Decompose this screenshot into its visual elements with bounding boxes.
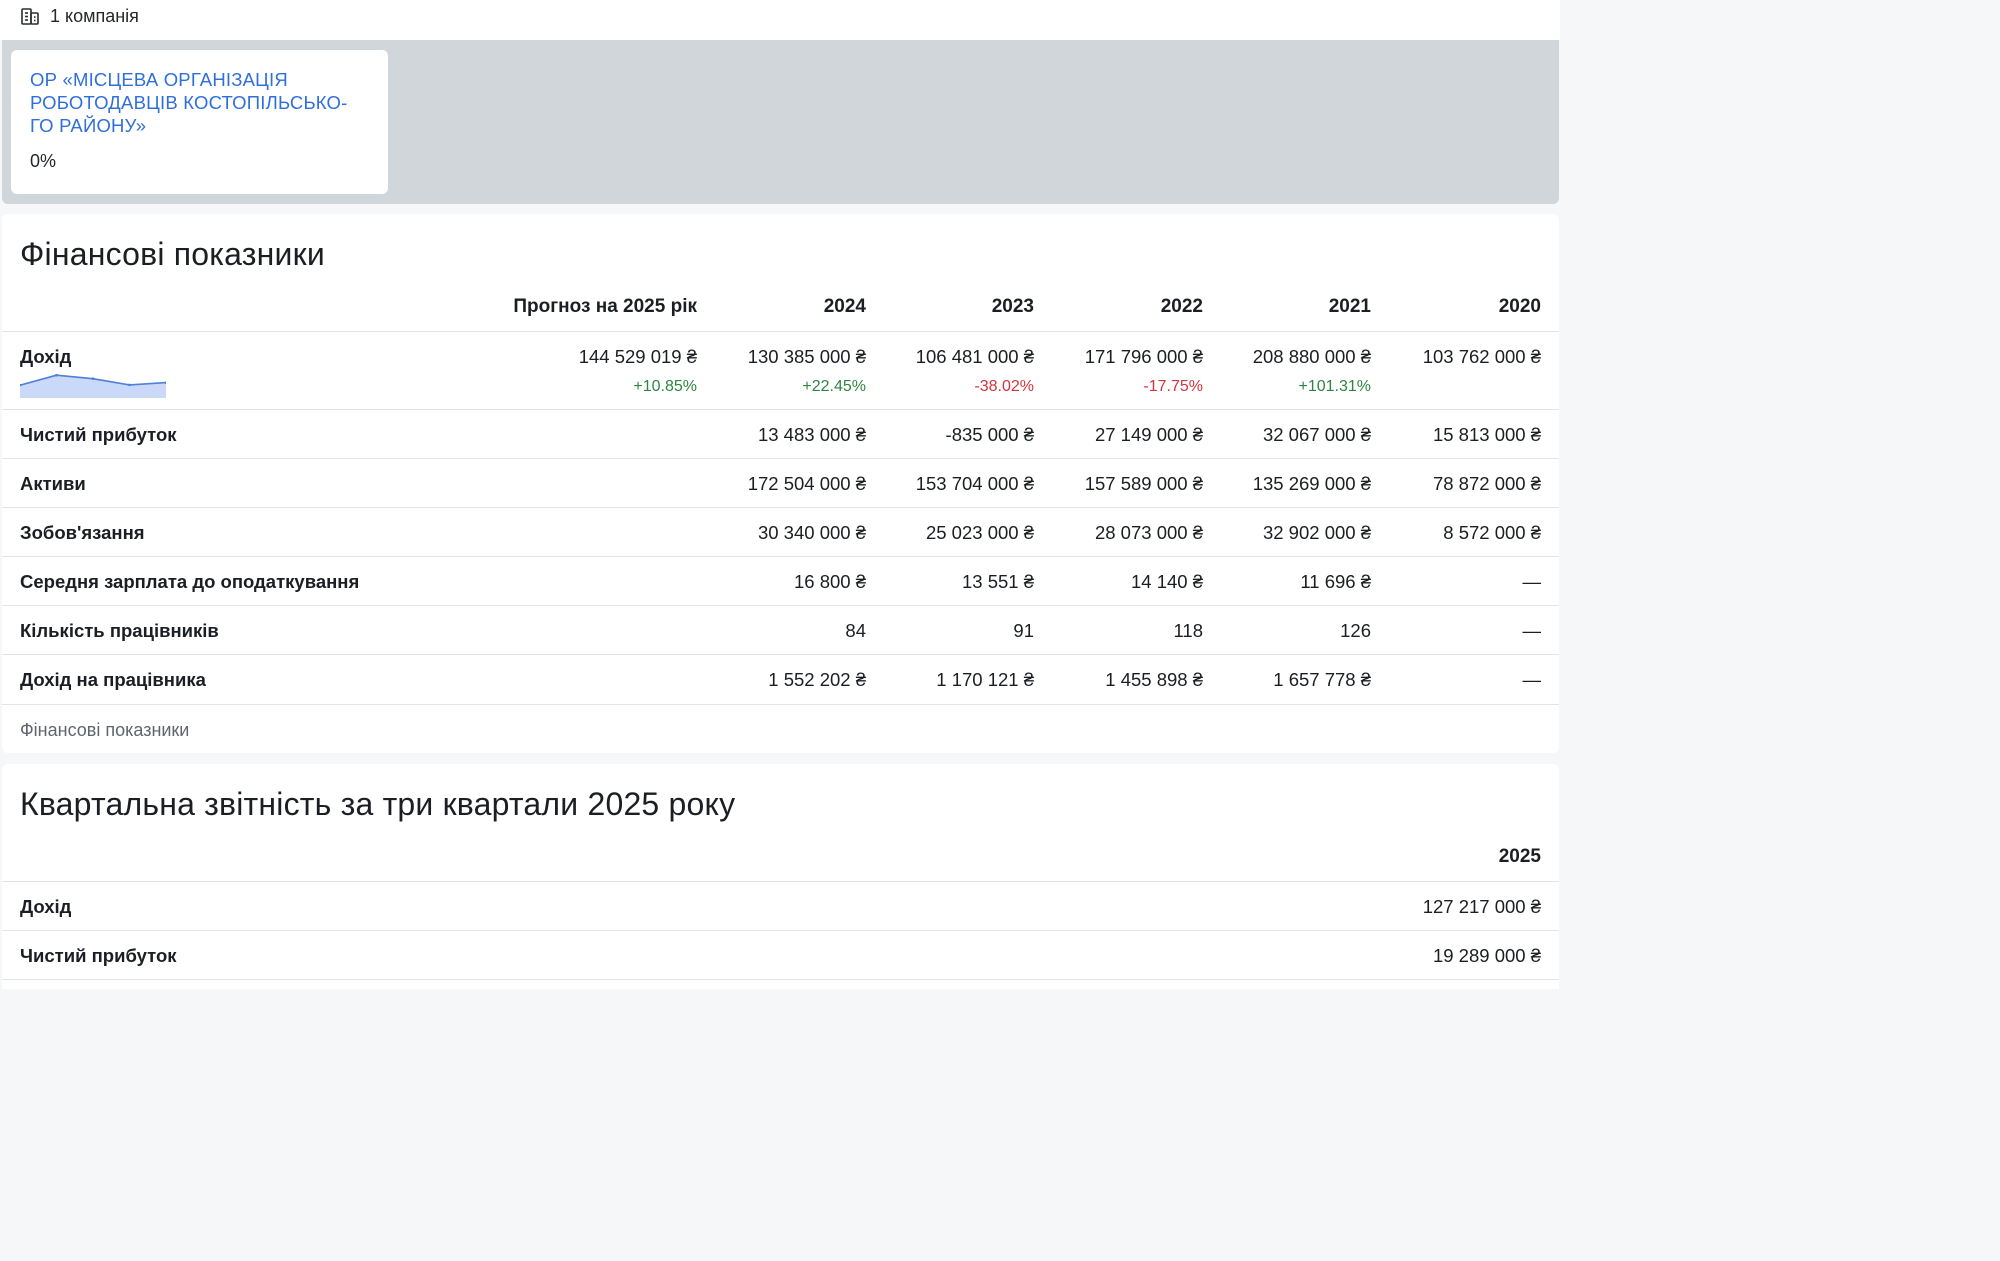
table-cell: 16 800 ₴ — [793, 571, 866, 592]
table-cell: 32 902 000 ₴ — [1262, 522, 1371, 543]
table-cell: 153 704 000 ₴ — [915, 473, 1034, 494]
table-cell: 8 572 000 ₴ — [1443, 522, 1541, 543]
table-row-q-net-profit: Чистий прибуток 19 289 000 ₴ — [2, 931, 1559, 980]
column-header: 2020 — [1498, 296, 1541, 317]
table-cell: 14 140 ₴ — [1130, 571, 1203, 592]
column-header: 2025 — [1498, 846, 1541, 867]
table-cell: 13 551 ₴ — [961, 571, 1034, 592]
row-label: Чистий прибуток — [20, 945, 177, 966]
table-cell: 1 552 202 ₴ — [768, 669, 866, 690]
sparkline-point — [55, 373, 58, 377]
table-cell: 106 481 000 ₴ — [915, 346, 1034, 367]
table-cell: 1 455 898 ₴ — [1105, 669, 1203, 690]
companies-count: 1 компанія — [50, 6, 139, 26]
quarterly-header-row: 2025 — [2, 838, 1559, 882]
financials-header-row: Прогноз на 2025 рік 2024 2023 2022 2021 … — [2, 288, 1559, 332]
table-cell: 28 073 000 ₴ — [1094, 522, 1203, 543]
sparkline-point — [128, 383, 131, 387]
quarterly-title: Квартальна звітність за три квартали 202… — [20, 786, 736, 822]
table-cell: 30 340 000 ₴ — [757, 522, 866, 543]
table-row-employees: Кількість працівників 84 91 118 126 — — [2, 606, 1559, 655]
row-label: Кількість працівників — [20, 620, 219, 641]
financials-panel: Фінансові показники Прогноз на 2025 рік … — [2, 214, 1559, 753]
row-label: Дохід — [20, 896, 72, 917]
row-label: Дохід на працівника — [20, 669, 206, 690]
change-badge: +10.85% — [633, 378, 697, 395]
table-cell: 135 269 000 ₴ — [1252, 473, 1371, 494]
table-cell: 103 762 000 ₴ — [1422, 346, 1541, 367]
column-header: 2023 — [991, 296, 1034, 317]
table-cell: 130 385 000 ₴ — [747, 346, 866, 367]
table-cell: -835 000 ₴ — [945, 424, 1034, 445]
table-cell: 32 067 000 ₴ — [1262, 424, 1371, 445]
table-cell: 25 023 000 ₴ — [925, 522, 1034, 543]
table-row-revenue-per-employee: Дохід на працівника 1 552 202 ₴ 1 170 12… — [2, 655, 1559, 705]
row-label: Активи — [20, 473, 86, 494]
table-cell: 15 813 000 ₴ — [1432, 424, 1541, 445]
table-cell: 172 504 000 ₴ — [747, 473, 866, 494]
company-name-link[interactable]: ОР «МІСЦЕВА ОРГАНІЗАЦІЯ РОБОТОДАВЦІВ КОС… — [30, 68, 369, 137]
table-cell: 84 — [845, 620, 866, 641]
table-cell: 144 529 019 ₴ — [578, 346, 697, 367]
table-row-liabilities: Зобов'язання 30 340 000 ₴ 25 023 000 ₴ 2… — [2, 508, 1559, 557]
quarterly-panel: Квартальна звітність за три квартали 202… — [2, 764, 1559, 989]
column-header: 2021 — [1328, 296, 1371, 317]
table-row-q-revenue: Дохід 127 217 000 ₴ — [2, 882, 1559, 931]
change-badge: +101.31% — [1298, 378, 1371, 395]
table-cell: 11 696 ₴ — [1300, 571, 1371, 592]
sparkline-point — [91, 377, 95, 381]
table-cell: 171 796 000 ₴ — [1084, 346, 1203, 367]
table-row-assets: Активи 172 504 000 ₴ 153 704 000 ₴ 157 5… — [2, 459, 1559, 508]
change-badge: -17.75% — [1143, 378, 1203, 395]
table-cell: — — [1522, 571, 1542, 592]
table-cell: 118 — [1173, 620, 1204, 641]
table-cell: 91 — [1013, 620, 1034, 641]
row-label: Зобов'язання — [20, 522, 145, 543]
row-label: Дохід — [20, 346, 72, 367]
table-cell: 78 872 000 ₴ — [1432, 473, 1541, 494]
table-cell: — — [1522, 669, 1542, 690]
table-cell: 126 — [1340, 620, 1371, 641]
table-cell: 208 880 000 ₴ — [1252, 346, 1371, 367]
table-cell: 157 589 000 ₴ — [1084, 473, 1203, 494]
column-header: 2022 — [1160, 296, 1203, 317]
financials-caption: Фінансові показники — [20, 720, 190, 740]
table-cell: 1 657 778 ₴ — [1273, 669, 1371, 690]
table-cell: 127 217 000 ₴ — [1422, 896, 1541, 917]
table-row-revenue: Дохід 144 529 019 ₴ 130 385 000 ₴ 106 48… — [2, 332, 1559, 410]
company-card[interactable]: ОР «МІСЦЕВА ОРГАНІЗАЦІЯ РОБОТОДАВЦІВ КОС… — [11, 50, 388, 194]
company-share: 0% — [30, 151, 57, 171]
row-label: Чистий прибуток — [20, 424, 177, 445]
column-header: Прогноз на 2025 рік — [513, 296, 697, 317]
table-cell: 19 289 000 ₴ — [1432, 945, 1541, 966]
change-badge: -38.02% — [974, 378, 1034, 395]
table-cell: 27 149 000 ₴ — [1094, 424, 1203, 445]
financials-title: Фінансові показники — [20, 236, 325, 272]
table-row-net-profit: Чистий прибуток 13 483 000 ₴ -835 000 ₴ … — [2, 410, 1559, 459]
table-cell: 1 170 121 ₴ — [936, 669, 1034, 690]
companies-header: 1 компанія — [0, 0, 1560, 40]
row-label: Середня зарплата до оподаткування — [20, 571, 360, 592]
revenue-sparkline — [20, 373, 166, 398]
change-badge: +22.45% — [802, 378, 866, 395]
table-cell: 13 483 000 ₴ — [757, 424, 866, 445]
table-cell: — — [1522, 620, 1542, 641]
building-icon — [21, 8, 39, 25]
table-row-average-salary: Середня зарплата до оподаткування 16 800… — [2, 557, 1559, 606]
column-header: 2024 — [823, 296, 866, 317]
